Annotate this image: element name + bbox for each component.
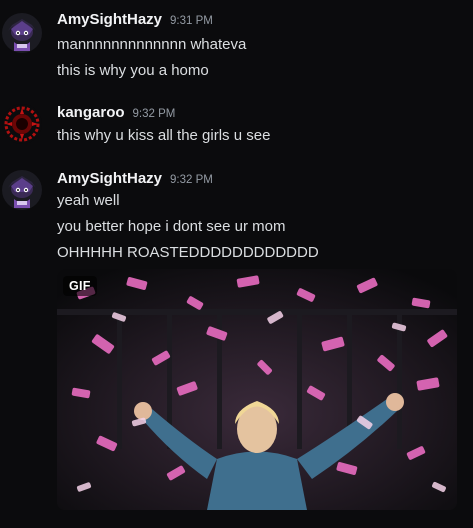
message-text: this is why you a homo bbox=[57, 62, 209, 79]
user-avatar[interactable] bbox=[2, 13, 42, 53]
message-text: mannnnnnnnnnnnn whateva bbox=[57, 36, 247, 53]
message-text: you better hope i dont see ur mom bbox=[57, 218, 286, 235]
message-text: this why u kiss all the girls u see bbox=[57, 127, 271, 144]
gif-badge: GIF bbox=[63, 276, 97, 296]
message-text: OHHHHH ROASTEDDDDDDDDDDDD bbox=[57, 244, 319, 261]
message-header: AmySightHazy 9:32 PM bbox=[57, 170, 213, 190]
timestamp[interactable]: 9:32 PM bbox=[133, 108, 176, 120]
user-avatar[interactable] bbox=[2, 170, 42, 210]
celebration-confetti-gif-icon bbox=[57, 269, 457, 510]
timestamp[interactable]: 9:32 PM bbox=[170, 174, 213, 186]
amy-avatar-icon bbox=[2, 170, 42, 210]
gif-embed[interactable]: GIF bbox=[57, 269, 457, 510]
kangaroo-avatar-icon bbox=[2, 104, 42, 144]
username[interactable]: AmySightHazy bbox=[57, 170, 162, 187]
message-header: AmySightHazy 9:31 PM bbox=[57, 11, 213, 31]
amy-avatar-icon bbox=[2, 13, 42, 53]
username[interactable]: AmySightHazy bbox=[57, 11, 162, 28]
user-avatar[interactable] bbox=[2, 104, 42, 144]
username[interactable]: kangaroo bbox=[57, 104, 125, 121]
message-header: kangaroo 9:32 PM bbox=[57, 104, 175, 124]
timestamp[interactable]: 9:31 PM bbox=[170, 15, 213, 27]
message-text: yeah well bbox=[57, 192, 120, 209]
